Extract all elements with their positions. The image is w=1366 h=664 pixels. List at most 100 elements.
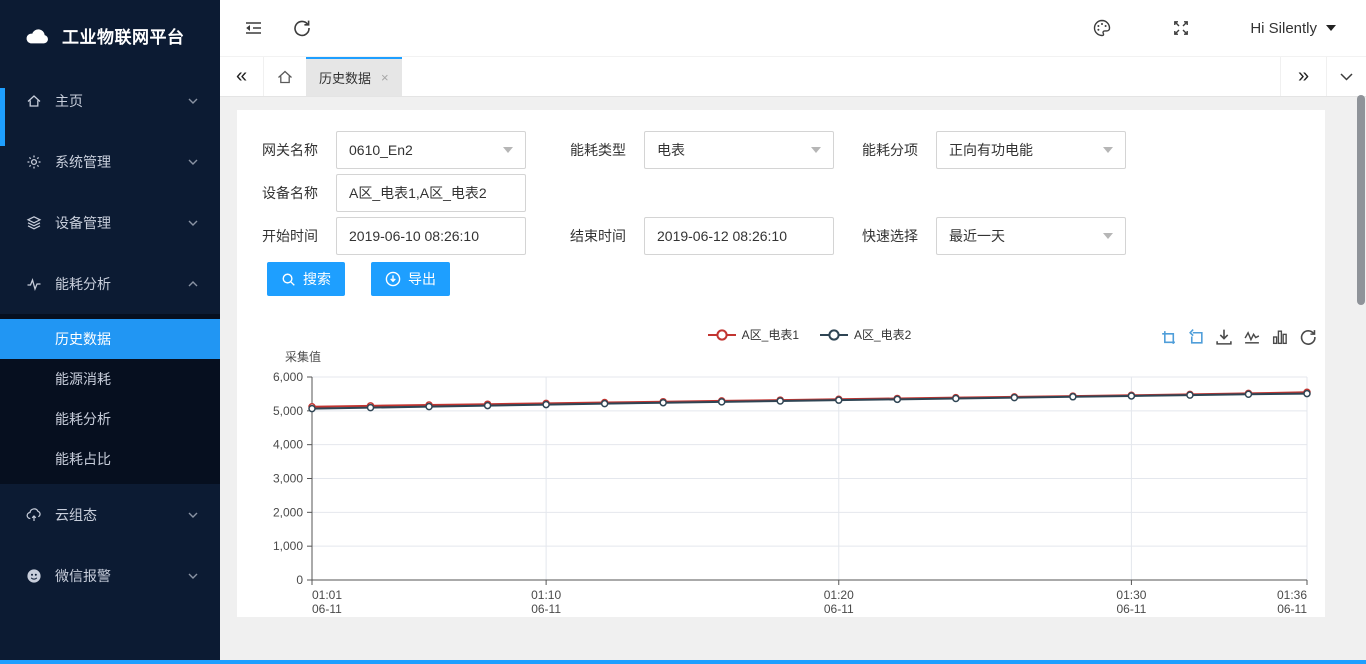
submenu-item-label: 历史数据: [55, 329, 111, 349]
sidebar-item-label: 设备管理: [55, 213, 111, 233]
tab-history-data[interactable]: 历史数据 ×: [306, 57, 402, 96]
sidebar-item-history-data[interactable]: 历史数据: [0, 319, 220, 359]
caret-down-icon: [1326, 25, 1336, 31]
sidebar-item-home[interactable]: 主页: [0, 70, 220, 131]
energy-subitem-label: 能耗分项: [862, 140, 936, 160]
svg-text:06-11: 06-11: [1277, 602, 1307, 616]
device-name-value: A区_电表1,A区_电表2: [349, 183, 513, 203]
tabs-scroll-right-button[interactable]: »: [1280, 57, 1326, 96]
export-button[interactable]: 导出: [371, 262, 450, 296]
history-data-panel: 网关名称 0610_En2 能耗类型 电表: [237, 110, 1325, 617]
tabs-scroll-left-button[interactable]: «: [220, 57, 264, 96]
switch-bar-chart-icon[interactable]: [1271, 328, 1289, 346]
legend-marker-icon: [819, 328, 849, 342]
save-image-icon[interactable]: [1215, 328, 1233, 346]
zoom-reset-icon[interactable]: [1187, 328, 1205, 346]
sidebar-item-cloud-configuration[interactable]: 云组态: [0, 484, 220, 545]
sidebar-item-energy-analysis[interactable]: 能耗分析: [0, 253, 220, 314]
gateway-name-value: 0610_En2: [349, 142, 503, 158]
sidebar-item-wechat-alarm[interactable]: 微信报警: [0, 545, 220, 606]
device-name-input[interactable]: A区_电表1,A区_电表2: [336, 174, 526, 212]
sidebar-item-system-management[interactable]: 系统管理: [0, 131, 220, 192]
page-scrollbar-thumb[interactable]: [1357, 95, 1365, 305]
chevron-down-icon: [188, 98, 198, 104]
select-arrow-icon: [811, 147, 821, 153]
tab-bar: « 历史数据 × »: [220, 56, 1366, 97]
svg-text:3,000: 3,000: [273, 472, 303, 486]
chevron-down-icon: [1340, 73, 1353, 81]
energy-analysis-submenu: 历史数据 能源消耗 能耗分析 能耗占比: [0, 314, 220, 484]
select-arrow-icon: [1103, 233, 1113, 239]
energy-type-label: 能耗类型: [570, 140, 644, 160]
main-area: Hi Silently « 历史数据 × »: [220, 0, 1366, 664]
start-time-input[interactable]: 2019-06-10 08:26:10: [336, 217, 526, 255]
start-time-value: 2019-06-10 08:26:10: [349, 228, 513, 244]
energy-subitem-value: 正向有功电能: [949, 140, 1103, 160]
app-title: 工业物联网平台: [62, 23, 185, 48]
end-time-input[interactable]: 2019-06-12 08:26:10: [644, 217, 834, 255]
pulse-icon: [26, 276, 42, 292]
chevron-down-icon: [188, 573, 198, 579]
fullscreen-icon[interactable]: [1172, 19, 1190, 37]
svg-text:06-11: 06-11: [824, 602, 854, 616]
svg-text:06-11: 06-11: [1117, 602, 1147, 616]
select-arrow-icon: [1103, 147, 1113, 153]
theme-palette-icon[interactable]: [1092, 18, 1112, 38]
search-button-label: 搜索: [303, 269, 331, 289]
export-button-label: 导出: [408, 269, 436, 289]
download-circle-icon: [385, 271, 401, 287]
wechat-icon: [26, 568, 42, 584]
form-actions: 搜索 导出: [267, 262, 1325, 296]
area-zoom-icon[interactable]: [1159, 328, 1177, 346]
tabs-menu-button[interactable]: [1326, 57, 1366, 96]
svg-text:5,000: 5,000: [273, 404, 303, 418]
chart-toolbar: [1159, 328, 1317, 346]
submenu-item-label: 能耗分析: [55, 409, 111, 429]
svg-text:01:01: 01:01: [312, 588, 342, 602]
sidebar-item-device-management[interactable]: 设备管理: [0, 192, 220, 253]
sidebar-item-label: 系统管理: [55, 152, 111, 172]
legend-item-meter2[interactable]: A区_电表2: [819, 326, 911, 343]
svg-text:06-11: 06-11: [531, 602, 561, 616]
energy-type-select[interactable]: 电表: [644, 131, 834, 169]
switch-line-chart-icon[interactable]: [1243, 328, 1261, 346]
svg-text:01:30: 01:30: [1116, 588, 1146, 602]
quick-select-value: 最近一天: [949, 226, 1103, 246]
sidebar-item-label: 主页: [55, 91, 83, 111]
search-button[interactable]: 搜索: [267, 262, 345, 296]
menu-fold-icon[interactable]: [244, 19, 263, 37]
bottom-accent-bar: [0, 660, 1366, 664]
energy-subitem-select[interactable]: 正向有功电能: [936, 131, 1126, 169]
legend-item-meter1[interactable]: A区_电表1: [707, 326, 799, 343]
submenu-item-label: 能耗占比: [55, 449, 111, 469]
double-chevron-left-icon: «: [236, 65, 247, 88]
user-menu[interactable]: Hi Silently: [1250, 20, 1336, 37]
select-arrow-icon: [503, 147, 513, 153]
legend-label: A区_电表1: [742, 326, 799, 343]
tab-close-icon[interactable]: ×: [381, 70, 389, 85]
svg-text:06-11: 06-11: [312, 602, 342, 616]
sidebar-item-energy-consumption[interactable]: 能源消耗: [0, 359, 220, 399]
logo-cloud-icon: [22, 25, 52, 47]
sidebar-item-consumption-ratio[interactable]: 能耗占比: [0, 439, 220, 479]
refresh-icon[interactable]: [293, 19, 311, 37]
top-header: Hi Silently: [220, 0, 1366, 56]
history-line-chart[interactable]: 01,0002,0003,0004,0005,0006,00001:0106-1…: [237, 363, 1325, 618]
svg-text:01:36: 01:36: [1277, 588, 1307, 602]
quick-select-select[interactable]: 最近一天: [936, 217, 1126, 255]
tab-home[interactable]: [264, 57, 306, 96]
svg-text:0: 0: [296, 573, 303, 587]
device-name-label: 设备名称: [262, 183, 336, 203]
svg-text:01:10: 01:10: [531, 588, 561, 602]
restore-icon[interactable]: [1299, 328, 1317, 346]
sidebar-item-consumption-analysis[interactable]: 能耗分析: [0, 399, 220, 439]
chevron-down-icon: [188, 220, 198, 226]
legend-label: A区_电表2: [854, 326, 911, 343]
gateway-name-select[interactable]: 0610_En2: [336, 131, 526, 169]
legend-marker-icon: [707, 328, 737, 342]
energy-type-value: 电表: [657, 140, 811, 160]
sidebar-menu: 主页 系统管理: [0, 70, 220, 606]
svg-text:01:20: 01:20: [824, 588, 854, 602]
app-logo: 工业物联网平台: [0, 0, 220, 56]
query-form: 网关名称 0610_En2 能耗类型 电表: [237, 110, 1325, 296]
